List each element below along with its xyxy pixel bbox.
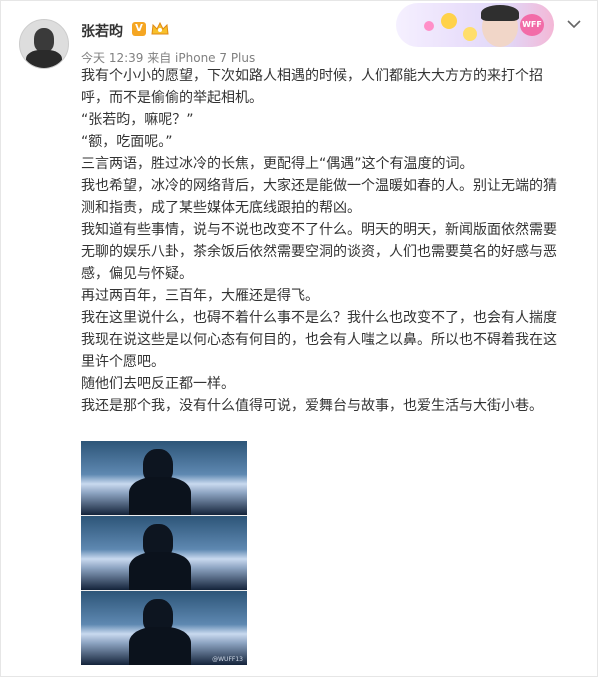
- bubble-yellow: [441, 13, 457, 29]
- post-paragraph: 我有个小小的愿望，下次如路人相遇的时候，人们都能大大方方的来打个招呼，而不是偷偷…: [81, 68, 543, 106]
- user-name-link[interactable]: 张若昀: [81, 21, 123, 41]
- photo-frame-2: [81, 516, 247, 590]
- verified-v-icon[interactable]: V: [132, 22, 146, 36]
- avatar-body: [26, 50, 62, 68]
- post-paragraph: 我在这里说什么，也碍不着什么事不是么？我什么也改变不了，也会有人揣度我现在说这些…: [81, 310, 557, 370]
- post-text: 我有个小小的愿望，下次如路人相遇的时候，人们都能大大方方的来打个招呼，而不是偷偷…: [81, 65, 561, 417]
- post-paragraph: “额，吃面呢。”: [81, 134, 173, 150]
- post-paragraph: 随他们去吧反正都一样。: [81, 376, 235, 392]
- avatar-head: [34, 28, 54, 52]
- emoji-face-icon: [463, 27, 477, 41]
- post-paragraph: “张若昀，嘛呢？”: [81, 112, 194, 128]
- wff-badge: WFF: [520, 14, 544, 36]
- photo-watermark: @WUFF13: [212, 656, 243, 663]
- post-source: 来自 iPhone 7 Plus: [147, 51, 256, 65]
- post-time[interactable]: 今天 12:39: [81, 51, 143, 65]
- bubble-pink: [424, 21, 434, 31]
- post-paragraph: 再过两百年，三百年，大雁还是得飞。: [81, 288, 319, 304]
- crown-member-icon[interactable]: [150, 21, 170, 37]
- photo-frame-3: @WUFF13: [81, 591, 247, 665]
- photo-frame-1: [81, 441, 247, 515]
- chevron-down-icon[interactable]: [567, 19, 581, 29]
- weibo-post-card: 张若昀 V 今天 12:39 来自 iPhone 7 Plus WFF 我有个小…: [0, 0, 598, 677]
- post-meta: 今天 12:39 来自 iPhone 7 Plus: [81, 49, 255, 66]
- post-paragraph: 三言两语，胜过冰冷的长焦，更配得上“偶遇”这个有温度的词。: [81, 156, 474, 172]
- user-avatar[interactable]: [19, 19, 69, 69]
- silhouette-body: [129, 552, 191, 590]
- silhouette-body: [129, 627, 191, 665]
- banner-portrait-hair: [481, 5, 519, 21]
- post-paragraph: 我还是那个我，没有什么值得可说，爱舞台与故事，也爱生活与大街小巷。: [81, 398, 543, 414]
- fan-card-banner[interactable]: WFF: [396, 3, 554, 47]
- post-image[interactable]: @WUFF13: [81, 441, 247, 665]
- silhouette-body: [129, 477, 191, 515]
- post-paragraph: 我也希望，冰冷的网络背后，大家还是能做一个温暖如春的人。别让无端的猜测和指责，成…: [81, 178, 557, 216]
- post-paragraph: 我知道有些事情，说与不说也改变不了什么。明天的明天，新闻版面依然需要无聊的娱乐八…: [81, 222, 557, 282]
